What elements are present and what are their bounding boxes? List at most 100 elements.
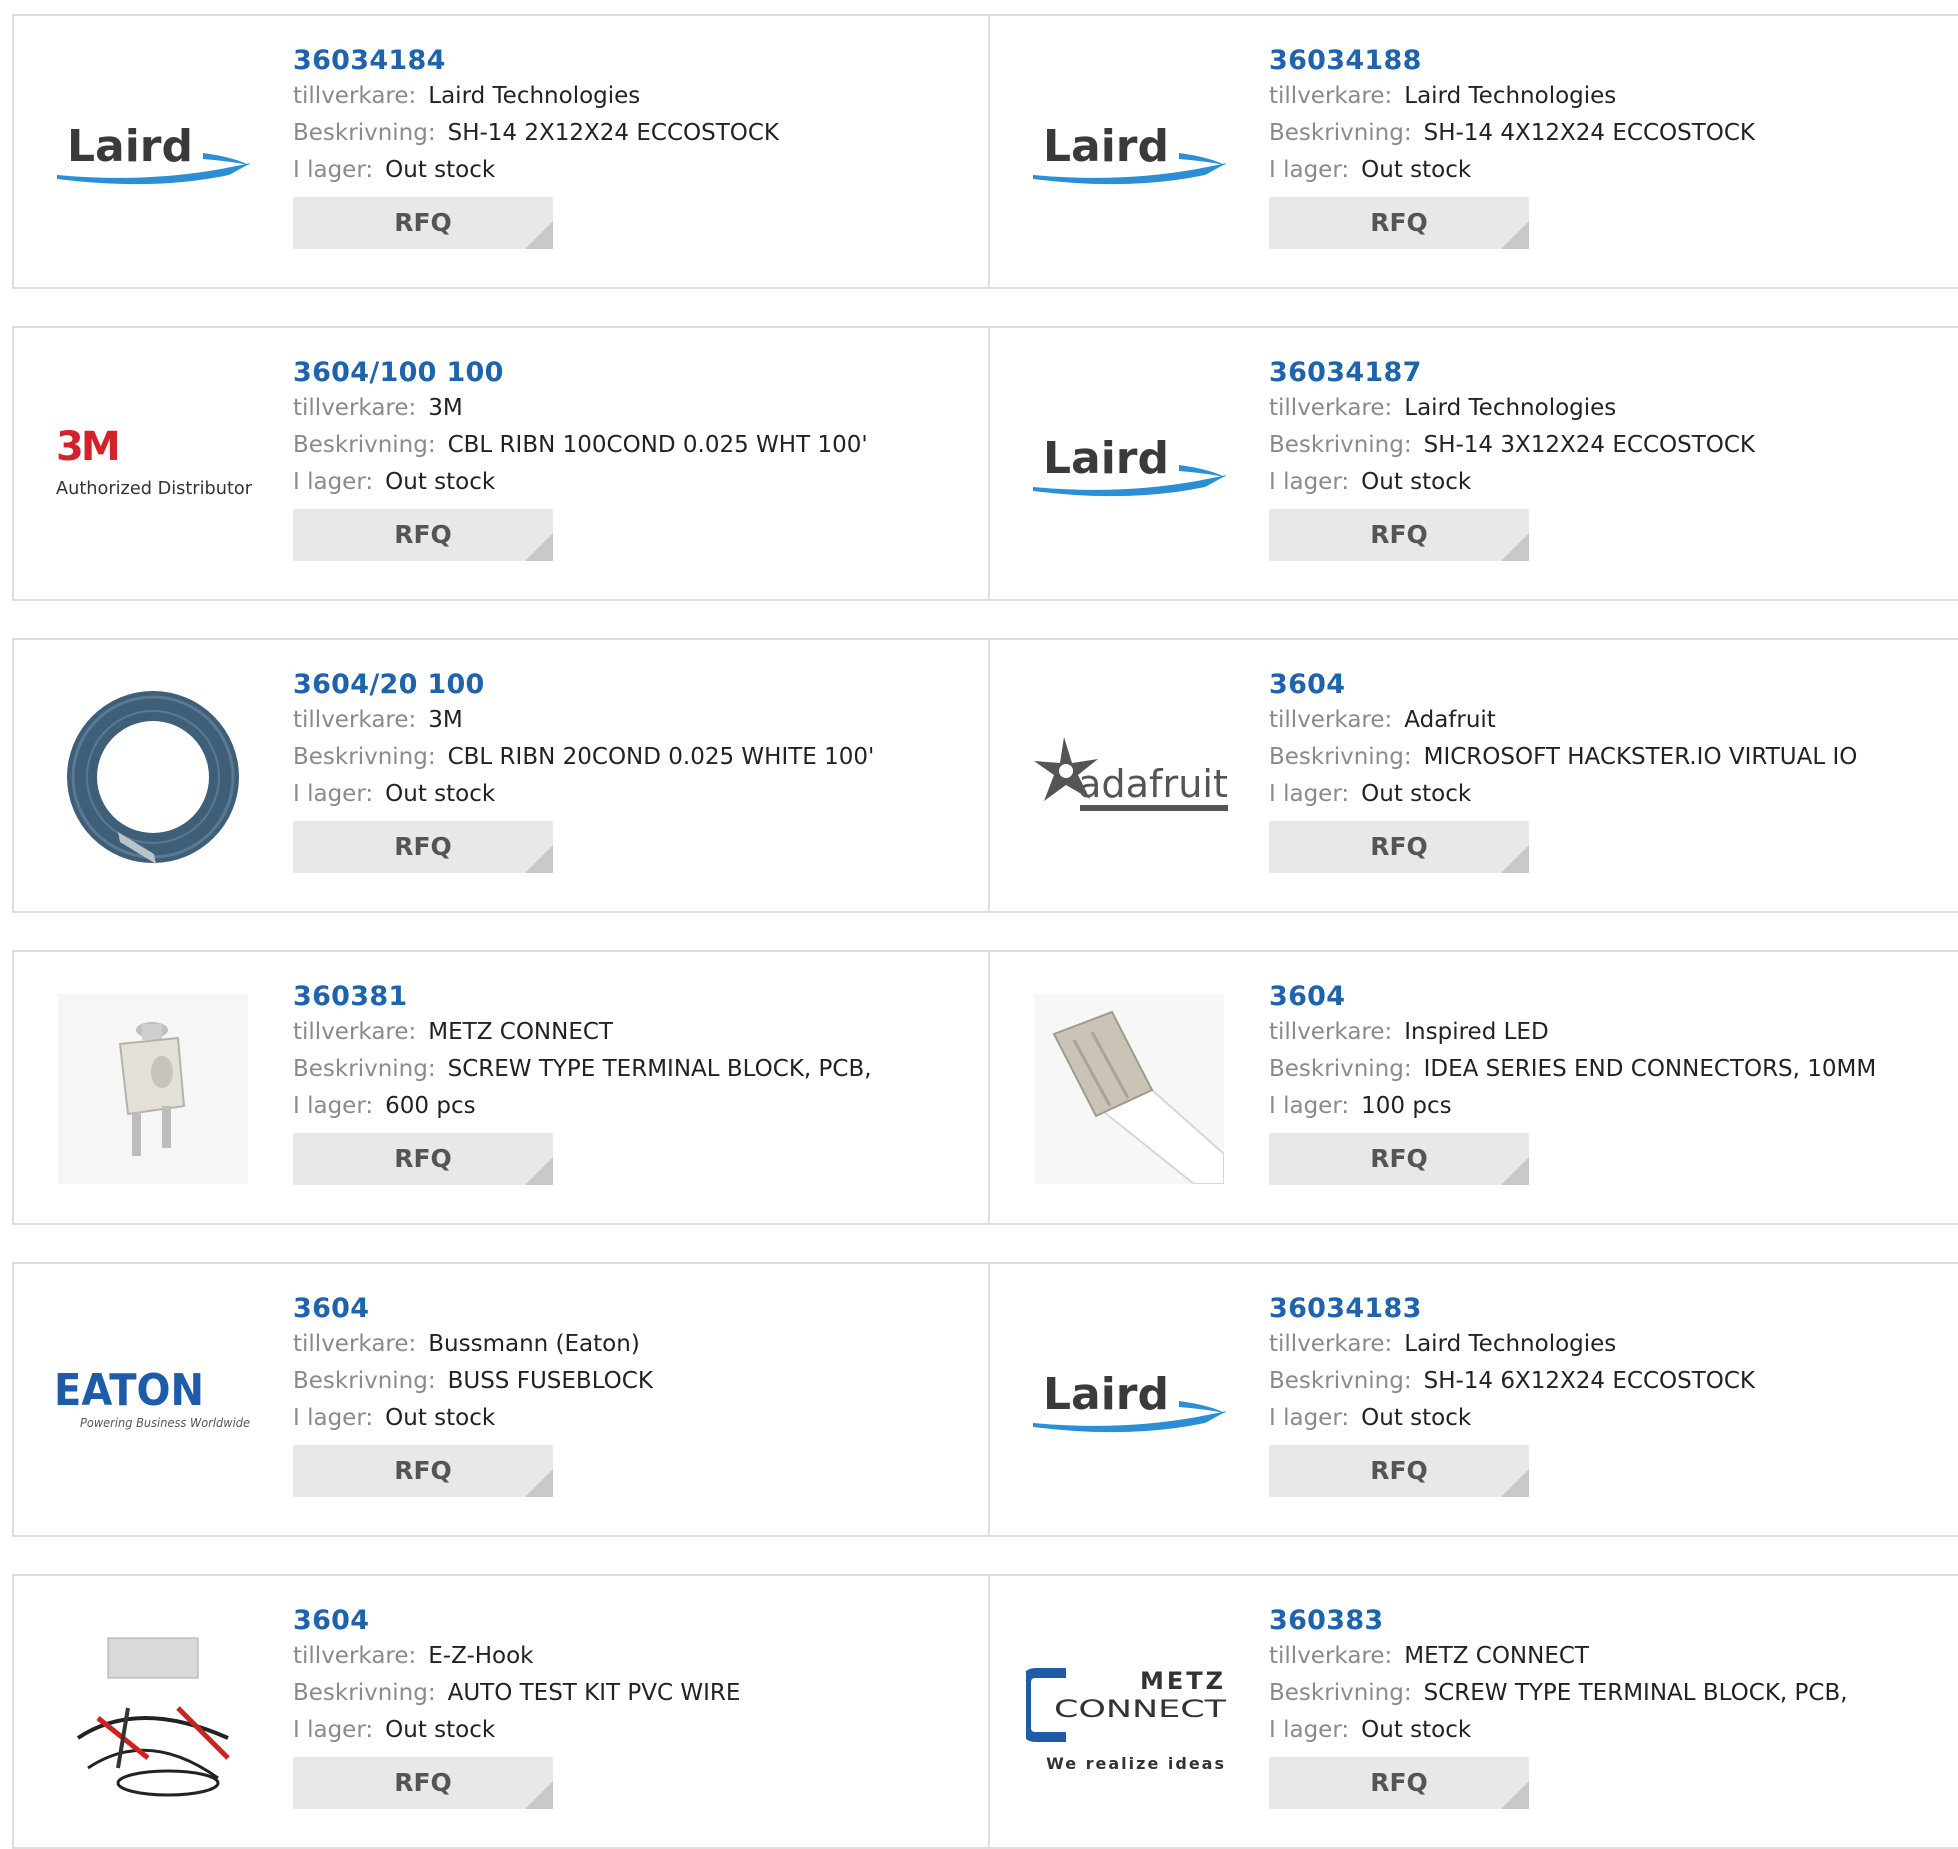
product-image[interactable] <box>1026 994 1231 1184</box>
part-number-link[interactable]: 3604/20 100 <box>293 668 978 702</box>
part-number-link[interactable]: 360383 <box>1269 1604 1948 1638</box>
laird-logo: Laird <box>1032 121 1227 185</box>
stock-value: Out stock <box>385 1717 496 1743</box>
rfq-button[interactable]: RFQ <box>1269 821 1529 873</box>
manufacturer-row: tillverkare: Laird Technologies <box>1269 390 1948 427</box>
rfq-button[interactable]: RFQ <box>1269 509 1529 561</box>
led-connector-image <box>1033 994 1224 1184</box>
stock-label: I lager: <box>1269 469 1350 495</box>
manufacturer-row: tillverkare: 3M <box>293 702 978 739</box>
part-number-link[interactable]: 36034187 <box>1269 356 1948 390</box>
rfq-label: RFQ <box>394 520 452 549</box>
product-image[interactable]: Laird <box>50 58 255 248</box>
manufacturer-value: Laird Technologies <box>1404 1331 1617 1357</box>
logo-text: 3M <box>56 424 118 470</box>
product-image[interactable]: METZ CONNECT We realize ideas <box>1026 1618 1231 1808</box>
rfq-label: RFQ <box>394 1144 452 1173</box>
rfq-button[interactable]: RFQ <box>293 1445 553 1497</box>
product-image[interactable]: Laird <box>1026 1306 1231 1496</box>
corner-fold-icon <box>525 1469 553 1497</box>
corner-fold-icon <box>1501 1781 1529 1809</box>
manufacturer-label: tillverkare: <box>1269 83 1393 109</box>
product-image[interactable]: Laird <box>1026 370 1231 560</box>
product-image[interactable] <box>50 682 255 872</box>
description-row: Beskrivning: SH-14 4X12X24 ECCOSTOCK <box>1269 115 1948 152</box>
eaton-logo: EATONPowering Business Worldwide <box>54 1365 250 1430</box>
rfq-button[interactable]: RFQ <box>293 197 553 249</box>
corner-fold-icon <box>525 533 553 561</box>
product-card: METZ CONNECT We realize ideas 360383 tillv… <box>990 1574 1958 1849</box>
product-info: 36034187 tillverkare: Laird Technologies … <box>1269 356 1948 561</box>
stock-row: I lager: 600 pcs <box>293 1088 978 1125</box>
product-info: 36034184 tillverkare: Laird Technologies … <box>293 44 978 249</box>
3m-logo: 3M Authorized Distributor <box>56 424 253 499</box>
manufacturer-row: tillverkare: Adafruit <box>1269 702 1948 739</box>
description-row: Beskrivning: SH-14 3X12X24 ECCOSTOCK <box>1269 427 1948 464</box>
description-row: Beskrivning: BUSS FUSEBLOCK <box>293 1363 978 1400</box>
description-value: CBL RIBN 20COND 0.025 WHITE 100' <box>447 744 875 770</box>
manufacturer-label: tillverkare: <box>1269 707 1393 733</box>
description-value: BUSS FUSEBLOCK <box>447 1368 653 1394</box>
part-number-link[interactable]: 360381 <box>293 980 978 1014</box>
ribbon-cable-reel-image <box>66 691 239 864</box>
manufacturer-label: tillverkare: <box>1269 1019 1393 1045</box>
product-image[interactable] <box>50 1618 255 1808</box>
stock-label: I lager: <box>293 1093 374 1119</box>
description-value: AUTO TEST KIT PVC WIRE <box>447 1680 741 1706</box>
logo-subtext: We realize ideas <box>1046 1754 1226 1773</box>
manufacturer-value: Bussmann (Eaton) <box>428 1331 640 1357</box>
logo-text: Laird <box>1043 433 1169 484</box>
part-number-link[interactable]: 3604 <box>293 1604 978 1638</box>
adafruit-logo: adafruit <box>1034 737 1228 811</box>
product-image[interactable]: Laird <box>1026 58 1231 248</box>
product-info: 36034183 tillverkare: Laird Technologies … <box>1269 1292 1948 1497</box>
manufacturer-label: tillverkare: <box>1269 1331 1393 1357</box>
logo-subtext: Powering Business Worldwide <box>80 1416 250 1430</box>
rfq-label: RFQ <box>1370 832 1428 861</box>
description-row: Beskrivning: CBL RIBN 100COND 0.025 WHT 1… <box>293 427 978 464</box>
product-image[interactable]: adafruit <box>1026 682 1231 872</box>
rfq-button[interactable]: RFQ <box>293 509 553 561</box>
rfq-button[interactable]: RFQ <box>293 1757 553 1809</box>
rfq-label: RFQ <box>394 832 452 861</box>
rfq-button[interactable]: RFQ <box>293 1133 553 1185</box>
product-info: 3604 tillverkare: Inspired LED Beskrivnin… <box>1269 980 1948 1185</box>
logo-subtext: Authorized Distributor <box>56 478 253 499</box>
product-card: Laird 36034187 tillverkare: Laird Technol… <box>990 326 1958 601</box>
part-number-link[interactable]: 3604 <box>293 1292 978 1326</box>
stock-label: I lager: <box>293 1405 374 1431</box>
rfq-button[interactable]: RFQ <box>1269 1133 1529 1185</box>
manufacturer-row: tillverkare: E-Z-Hook <box>293 1638 978 1675</box>
manufacturer-label: tillverkare: <box>293 707 417 733</box>
manufacturer-value: Adafruit <box>1404 707 1496 733</box>
stock-value: Out stock <box>1361 1717 1472 1743</box>
part-number-link[interactable]: 36034184 <box>293 44 978 78</box>
description-row: Beskrivning: AUTO TEST KIT PVC WIRE <box>293 1675 978 1712</box>
rfq-button[interactable]: RFQ <box>1269 197 1529 249</box>
description-label: Beskrivning: <box>293 432 436 458</box>
product-image[interactable] <box>50 994 255 1184</box>
product-image[interactable]: 3M Authorized Distributor <box>50 370 255 560</box>
rfq-button[interactable]: RFQ <box>1269 1757 1529 1809</box>
corner-fold-icon <box>1501 533 1529 561</box>
description-value: SH-14 6X12X24 ECCOSTOCK <box>1423 1368 1756 1394</box>
stock-label: I lager: <box>1269 157 1350 183</box>
part-number-link[interactable]: 3604 <box>1269 668 1948 702</box>
rfq-button[interactable]: RFQ <box>1269 1445 1529 1497</box>
part-number-link[interactable]: 3604/100 100 <box>293 356 978 390</box>
rfq-button[interactable]: RFQ <box>293 821 553 873</box>
description-row: Beskrivning: IDEA SERIES END CONNECTORS, … <box>1269 1051 1948 1088</box>
manufacturer-value: Laird Technologies <box>428 83 641 109</box>
product-info: 3604 tillverkare: Adafruit Beskrivning: MI… <box>1269 668 1948 873</box>
part-number-link[interactable]: 3604 <box>1269 980 1948 1014</box>
part-number-link[interactable]: 36034183 <box>1269 1292 1948 1326</box>
laird-logo: Laird <box>1032 1369 1227 1433</box>
part-number-link[interactable]: 36034188 <box>1269 44 1948 78</box>
rfq-label: RFQ <box>1370 520 1428 549</box>
product-image[interactable]: EATON Powering Business Worldwide <box>50 1306 255 1496</box>
description-row: Beskrivning: SH-14 2X12X24 ECCOSTOCK <box>293 115 978 152</box>
manufacturer-value: METZ CONNECT <box>428 1019 613 1045</box>
description-label: Beskrivning: <box>1269 120 1412 146</box>
manufacturer-value: Inspired LED <box>1404 1019 1549 1045</box>
product-card: Laird 36034188 tillverkare: Laird Technol… <box>990 14 1958 289</box>
